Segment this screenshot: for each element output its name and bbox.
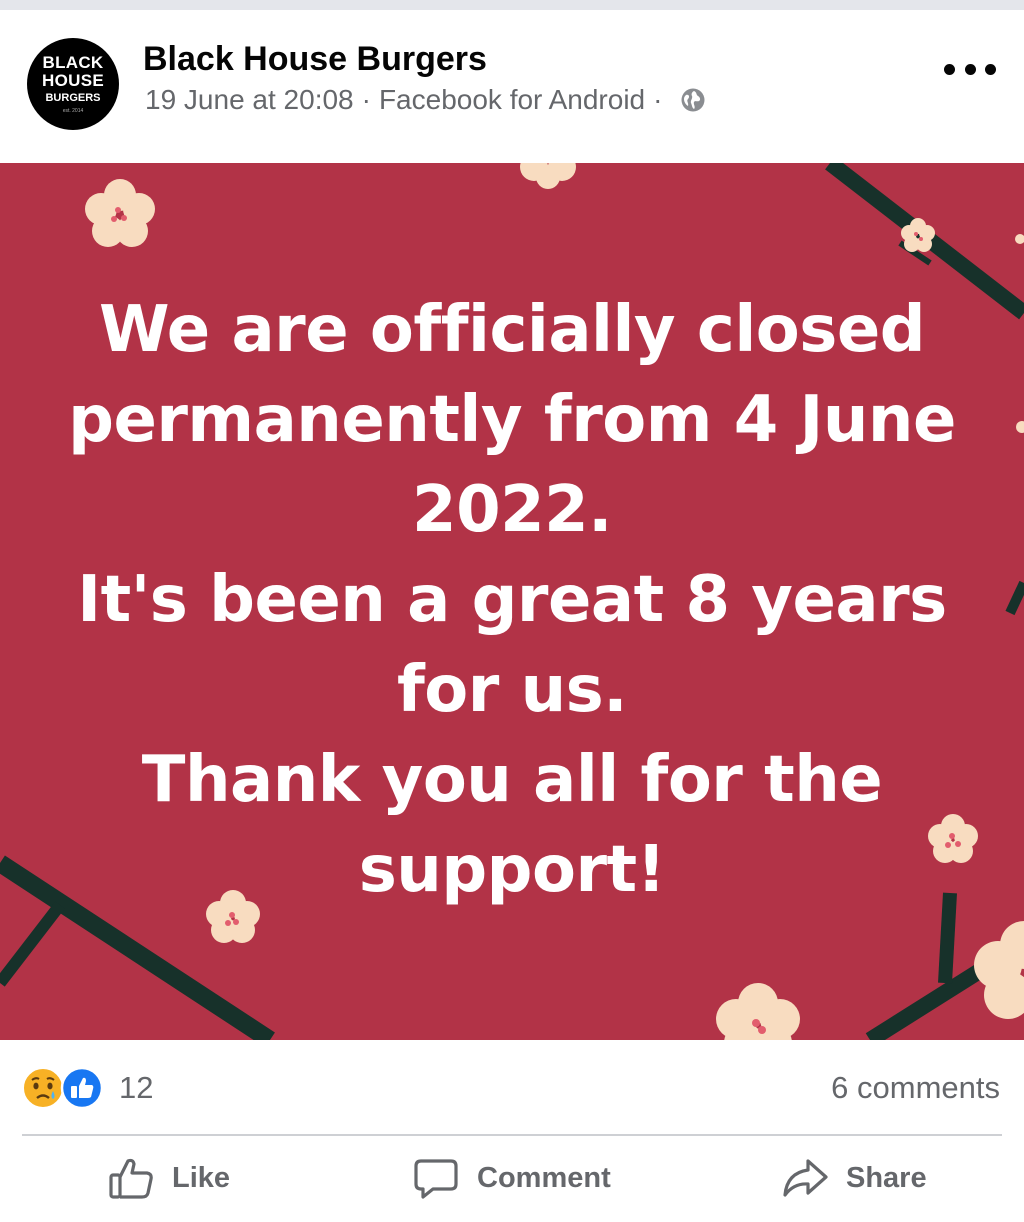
more-dot <box>985 63 996 75</box>
image-text-line: 2022. <box>412 473 612 547</box>
comment-button[interactable]: Comment <box>413 1148 611 1208</box>
more-options-icon[interactable] <box>944 54 996 84</box>
actions-divider <box>22 1134 1002 1136</box>
reaction-icons[interactable] <box>22 1066 104 1110</box>
comment-label: Comment <box>477 1161 611 1194</box>
share-icon <box>782 1155 828 1201</box>
more-dot <box>964 63 976 75</box>
image-text-line: We are officially closed <box>98 293 926 367</box>
like-button[interactable]: Like <box>108 1148 230 1208</box>
post-timestamp[interactable]: 19 June at 20:08 <box>145 84 354 116</box>
comment-icon <box>413 1155 459 1201</box>
share-button[interactable]: Share <box>782 1148 927 1208</box>
post-meta: 19 June at 20:08 · Facebook for Android … <box>145 84 706 116</box>
image-text-line: Thank you all for the <box>141 743 883 817</box>
like-icon <box>108 1155 154 1201</box>
meta-separator: · <box>653 84 663 115</box>
image-text-line: for us. <box>396 653 628 727</box>
meta-separator: · <box>361 84 371 115</box>
post-image[interactable]: We are officially closed permanently fro… <box>0 163 1024 1040</box>
post-image-text: We are officially closed permanently fro… <box>40 285 984 915</box>
more-dot <box>944 63 955 75</box>
like-label: Like <box>172 1161 231 1194</box>
share-label: Share <box>846 1161 927 1194</box>
like-reaction-icon <box>60 1066 104 1110</box>
avatar-logo-line1: BLACK <box>42 52 104 72</box>
reaction-count[interactable]: 12 <box>119 1070 153 1106</box>
image-text-line: support! <box>358 833 666 907</box>
sad-reaction-icon <box>22 1067 64 1109</box>
globe-icon[interactable] <box>680 87 706 113</box>
post-source: Facebook for Android <box>378 84 646 115</box>
page-avatar[interactable]: BLACK HOUSE BURGERS est. 2014 <box>27 38 119 130</box>
image-text-line: It's been a great 8 years <box>77 563 947 637</box>
avatar-logo-line2: HOUSE <box>42 70 104 90</box>
avatar-logo-line4: est. 2014 <box>62 107 84 114</box>
top-divider-bar <box>0 0 1024 10</box>
page-name-link[interactable]: Black House Burgers <box>143 40 487 79</box>
image-text-line: permanently from 4 June <box>68 383 956 457</box>
comments-count-link[interactable]: 6 comments <box>831 1070 1000 1106</box>
avatar-logo-line3: BURGERS <box>45 91 101 104</box>
